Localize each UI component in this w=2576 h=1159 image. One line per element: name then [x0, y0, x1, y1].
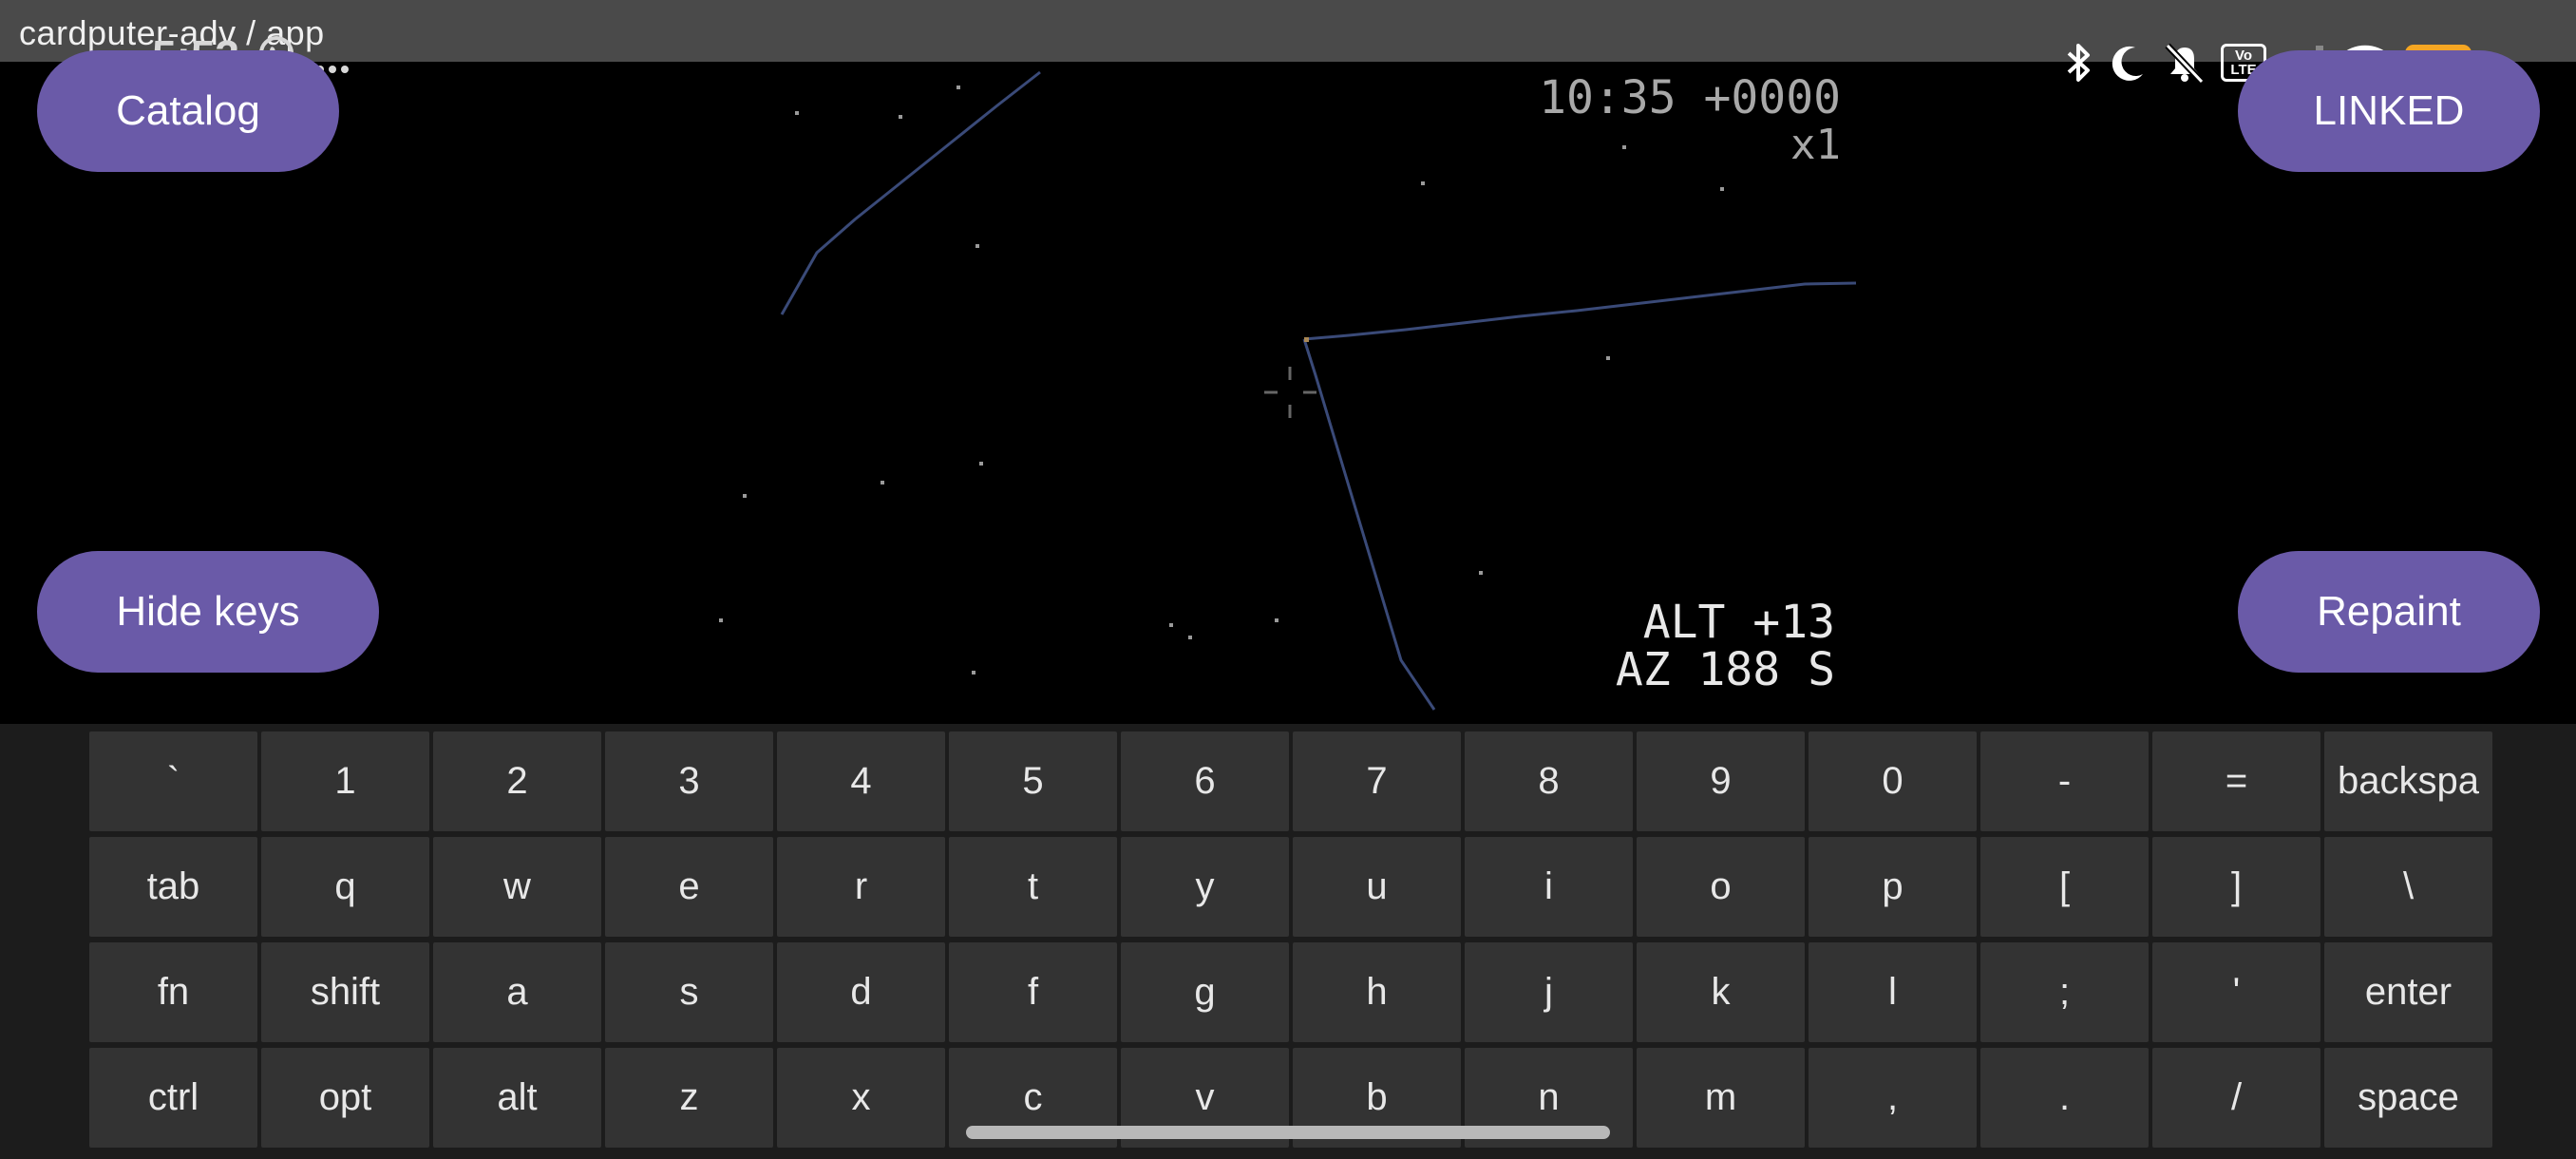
key[interactable]: x — [777, 1048, 945, 1148]
crosshair-icon — [1264, 367, 1316, 418]
key[interactable]: q — [261, 837, 429, 937]
key[interactable]: alt — [433, 1048, 601, 1148]
altitude-readout: ALT +13 — [1642, 596, 1835, 649]
linked-button[interactable]: LINKED — [2238, 50, 2540, 172]
key[interactable]: 7 — [1293, 732, 1461, 831]
key[interactable]: m — [1637, 1048, 1805, 1148]
repaint-button[interactable]: Repaint — [2238, 551, 2540, 673]
key[interactable]: = — [2152, 732, 2320, 831]
key[interactable]: fn — [89, 942, 257, 1042]
key[interactable]: ` — [89, 732, 257, 831]
key[interactable]: r — [777, 837, 945, 937]
key[interactable]: e — [605, 837, 773, 937]
key[interactable]: space — [2324, 1048, 2492, 1148]
constellation-line — [780, 70, 1041, 315]
moon-icon — [2107, 42, 2149, 84]
constellation-line — [1303, 281, 1857, 341]
key[interactable]: 9 — [1637, 732, 1805, 831]
key[interactable]: [ — [1980, 837, 2149, 937]
key[interactable]: \ — [2324, 837, 2492, 937]
key[interactable]: backspa — [2324, 732, 2492, 831]
key[interactable]: enter — [2324, 942, 2492, 1042]
key[interactable]: s — [605, 942, 773, 1042]
key[interactable]: g — [1121, 942, 1289, 1042]
key[interactable]: f — [949, 942, 1117, 1042]
time-speed-readout: x1 — [1790, 121, 1841, 169]
hide-keys-button[interactable]: Hide keys — [37, 551, 379, 673]
key[interactable]: 8 — [1465, 732, 1633, 831]
muted-bell-icon — [2162, 42, 2207, 84]
key[interactable]: o — [1637, 837, 1805, 937]
key[interactable]: w — [433, 837, 601, 937]
key[interactable]: l — [1809, 942, 1977, 1042]
key[interactable]: tab — [89, 837, 257, 937]
key[interactable]: 3 — [605, 732, 773, 831]
catalog-button[interactable]: Catalog — [37, 50, 339, 172]
key[interactable]: 4 — [777, 732, 945, 831]
key[interactable]: 1 — [261, 732, 429, 831]
key[interactable]: j — [1465, 942, 1633, 1042]
azimuth-readout: AZ 188 S — [1615, 643, 1835, 696]
key[interactable]: u — [1293, 837, 1461, 937]
key[interactable]: i — [1465, 837, 1633, 937]
key[interactable]: k — [1637, 942, 1805, 1042]
key[interactable]: . — [1980, 1048, 2149, 1148]
key[interactable]: d — [777, 942, 945, 1042]
sky-canvas — [719, 70, 1857, 711]
key[interactable]: p — [1809, 837, 1977, 937]
key[interactable]: shift — [261, 942, 429, 1042]
key[interactable]: 6 — [1121, 732, 1289, 831]
key[interactable]: , — [1809, 1048, 1977, 1148]
sky-time-readout: 10:35 +0000 — [1539, 71, 1841, 124]
key[interactable]: ' — [2152, 942, 2320, 1042]
key[interactable]: ; — [1980, 942, 2149, 1042]
key[interactable]: y — [1121, 837, 1289, 937]
key[interactable]: 5 — [949, 732, 1117, 831]
star-field — [719, 86, 1724, 674]
key[interactable]: 0 — [1809, 732, 1977, 831]
key[interactable]: h — [1293, 942, 1461, 1042]
key[interactable]: / — [2152, 1048, 2320, 1148]
key[interactable]: ] — [2152, 837, 2320, 937]
app-root: cardputer-adv / app 10:35 +0000 x1 ALT +… — [0, 0, 2576, 1159]
key[interactable]: 2 — [433, 732, 601, 831]
home-indicator[interactable] — [966, 1126, 1610, 1139]
key[interactable]: - — [1980, 732, 2149, 831]
key[interactable]: a — [433, 942, 601, 1042]
on-screen-keyboard: ` 1 2 3 4 5 6 7 8 9 0- = backspa tab q w e r t y u i o p[] \ fn sh… — [0, 724, 2576, 1159]
key[interactable]: z — [605, 1048, 773, 1148]
bluetooth-icon — [2065, 42, 2093, 84]
key[interactable]: t — [949, 837, 1117, 937]
keyboard-grid: ` 1 2 3 4 5 6 7 8 9 0- = backspa tab q w e r t y u i o p[] \ fn sh… — [89, 732, 2492, 1148]
key[interactable]: opt — [261, 1048, 429, 1148]
constellation-line — [1302, 338, 1436, 711]
sky-view[interactable]: 10:35 +0000 x1 ALT +13 AZ 188 S — [0, 62, 2576, 724]
key[interactable]: ctrl — [89, 1048, 257, 1148]
